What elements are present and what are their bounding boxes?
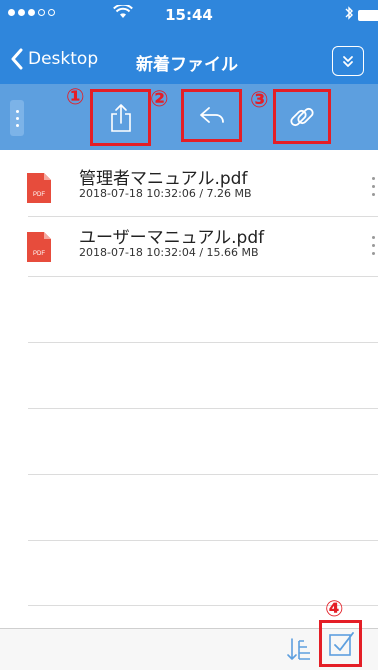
file-meta: 2018-07-18 10:32:06 / 7.26 MB: [79, 187, 252, 200]
row-divider: [28, 474, 378, 475]
reply-arrow-icon: [199, 106, 224, 123]
chevron-double-down-icon: [343, 56, 353, 67]
link-icon: [290, 107, 314, 126]
share-upload-icon: [110, 103, 131, 132]
share-button[interactable]: [93, 92, 148, 143]
sort-button[interactable]: [284, 635, 314, 665]
status-time: 15:44: [165, 6, 213, 24]
callout-number-1: ①: [66, 85, 85, 110]
more-options-button[interactable]: [368, 236, 378, 264]
callout-number-4: ④: [325, 597, 344, 622]
sort-icon: [287, 638, 310, 660]
row-divider: [28, 540, 378, 541]
chevron-left-icon: [11, 48, 23, 70]
pdf-file-icon: PDF: [27, 173, 51, 203]
page-title: 新着ファイル: [136, 55, 238, 75]
list-item[interactable]: PDF 管理者マニュアル.pdf 2018-07-18 10:32:06 / 7…: [0, 158, 378, 214]
back-label: Desktop: [28, 49, 99, 69]
callout-number-3: ③: [250, 88, 269, 113]
bluetooth-icon: [345, 6, 353, 20]
bottom-toolbar: [0, 620, 378, 670]
file-name: ユーザーマニュアル.pdf: [79, 228, 265, 248]
callout-number-2: ②: [150, 87, 169, 112]
checkbox-check-icon: [328, 631, 354, 656]
action-toolbar: ① ② ③: [0, 84, 378, 150]
link-button[interactable]: [276, 92, 328, 141]
dropdown-menu-button[interactable]: [332, 46, 364, 76]
toolbar-grip-handle[interactable]: [10, 100, 24, 136]
file-meta: 2018-07-18 10:32:04 / 15.66 MB: [79, 246, 259, 259]
select-mode-button[interactable]: [322, 623, 359, 664]
pdf-file-icon: PDF: [27, 232, 51, 262]
battery-icon: [358, 10, 378, 21]
back-button[interactable]: Desktop: [10, 48, 98, 70]
reply-button[interactable]: [184, 92, 239, 139]
more-options-button[interactable]: [368, 177, 378, 205]
row-divider: [28, 276, 378, 277]
pdf-icon-label: PDF: [33, 192, 45, 198]
status-bar: 15:44: [0, 0, 378, 38]
file-name: 管理者マニュアル.pdf: [79, 169, 248, 189]
navigation-bar: Desktop 新着ファイル: [0, 38, 378, 84]
pdf-icon-label: PDF: [33, 251, 45, 257]
list-item[interactable]: PDF ユーザーマニュアル.pdf 2018-07-18 10:32:04 / …: [0, 217, 378, 273]
row-divider: [28, 342, 378, 343]
row-divider: [28, 408, 378, 409]
